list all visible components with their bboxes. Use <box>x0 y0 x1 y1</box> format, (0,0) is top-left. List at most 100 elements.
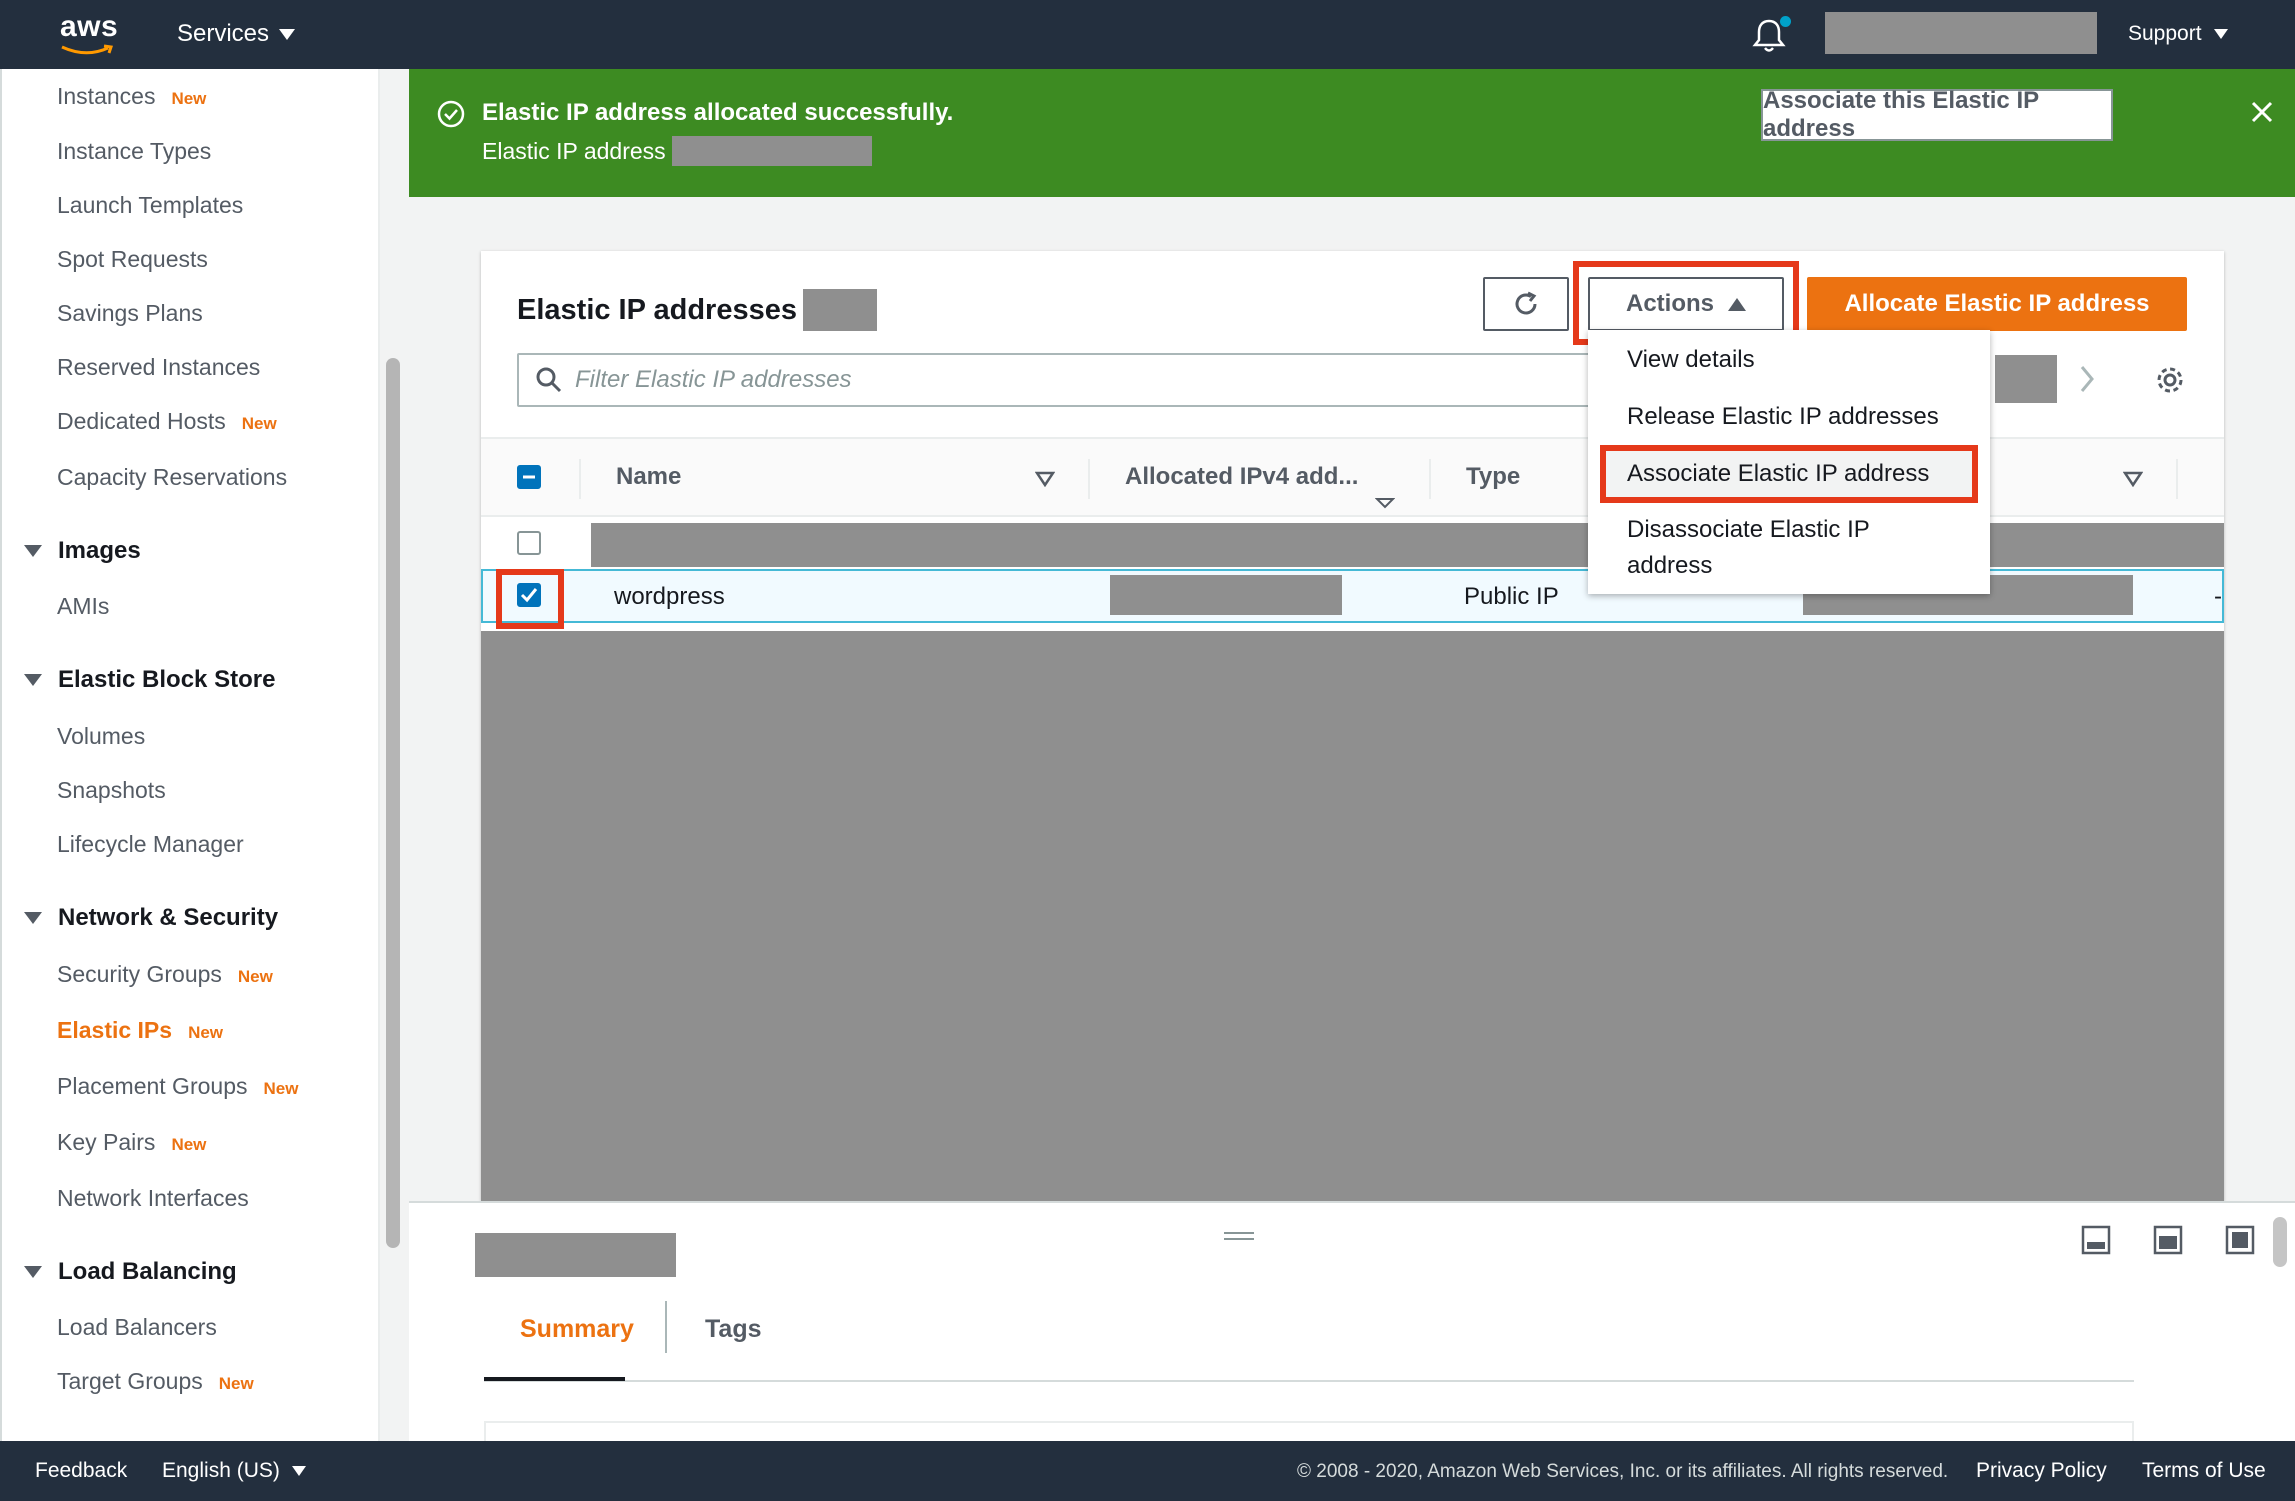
new-badge: New <box>241 414 277 433</box>
sidebar-item-volumes[interactable]: Volumes <box>57 723 145 750</box>
sidebar-section-load-balancing[interactable]: Load Balancing <box>24 1258 237 1286</box>
language-label: English (US) <box>162 1459 280 1482</box>
feedback-link[interactable]: Feedback <box>35 1459 127 1483</box>
sidebar-item-key-pairs[interactable]: Key Pairs New <box>57 1129 206 1156</box>
panel-side-icon[interactable] <box>2153 1225 2183 1255</box>
sidebar-section-images[interactable]: Images <box>24 537 141 565</box>
sidebar-item-label: Dedicated Hosts <box>57 408 226 434</box>
flash-subtitle-text: Elastic IP address <box>482 137 666 164</box>
caret-down-icon <box>279 28 296 40</box>
support-menu[interactable]: Support <box>2128 22 2228 46</box>
section-title: Images <box>58 537 141 564</box>
sidebar-scrollbar[interactable] <box>386 358 400 1248</box>
row-checkbox[interactable] <box>517 531 541 555</box>
caret-down-icon <box>24 1266 42 1278</box>
sidebar-item-security-groups[interactable]: Security Groups New <box>57 961 273 988</box>
sidebar-item-load-balancers[interactable]: Load Balancers <box>57 1314 217 1341</box>
sidebar-item-label: Capacity Reservations <box>57 464 288 490</box>
sidebar-item-amis[interactable]: AMIs <box>57 593 109 620</box>
panel-full-icon[interactable] <box>2225 1225 2255 1255</box>
sidebar-item-network-interfaces[interactable]: Network Interfaces <box>57 1185 249 1212</box>
privacy-policy-link[interactable]: Privacy Policy <box>1976 1459 2107 1483</box>
filter-box <box>517 353 1607 407</box>
sidebar-item-lifecycle-manager[interactable]: Lifecycle Manager <box>57 831 244 858</box>
select-all-checkbox[interactable] <box>517 465 541 489</box>
annotation-highlight-checkbox <box>496 569 564 629</box>
menu-item-associate-eip[interactable]: Associate Elastic IP address <box>1627 456 1929 492</box>
sidebar-section-network-security[interactable]: Network & Security <box>24 904 278 932</box>
split-panel-title-redacted <box>475 1233 676 1277</box>
cell-trailing: - <box>2214 583 2222 610</box>
sidebar-item-launch-templates[interactable]: Launch Templates <box>57 192 243 219</box>
terms-of-use-link[interactable]: Terms of Use <box>2142 1459 2266 1483</box>
tab-tags[interactable]: Tags <box>705 1315 762 1344</box>
sidebar-item-elastic-ips[interactable]: Elastic IPs New <box>57 1017 223 1044</box>
sidebar-item-label: Spot Requests <box>57 246 208 272</box>
sort-down-icon[interactable] <box>2123 471 2143 487</box>
aws-logo[interactable]: aws <box>60 12 120 56</box>
column-header-name[interactable]: Name <box>616 463 681 491</box>
drag-handle-icon[interactable] <box>1224 1231 1254 1241</box>
notification-dot <box>1780 16 1791 27</box>
flash-subtitle: Elastic IP address <box>482 136 872 166</box>
sidebar-item-dedicated-hosts[interactable]: Dedicated Hosts New <box>57 408 277 435</box>
language-selector[interactable]: English (US) <box>162 1459 306 1483</box>
gear-icon[interactable] <box>2153 363 2187 397</box>
menu-item-release-eip[interactable]: Release Elastic IP addresses <box>1627 399 1939 435</box>
logo-text: aws <box>60 10 119 43</box>
sidebar-item-label: Target Groups <box>57 1368 203 1394</box>
column-header-type[interactable]: Type <box>1466 463 1520 491</box>
close-icon[interactable] <box>2247 97 2277 127</box>
caret-down-icon <box>24 545 42 557</box>
sidebar-item-label: Security Groups <box>57 961 222 987</box>
new-badge: New <box>188 1023 224 1042</box>
associate-this-eip-button[interactable]: Associate this Elastic IP address <box>1761 87 2113 142</box>
tab-summary[interactable]: Summary <box>520 1315 634 1344</box>
new-badge: New <box>263 1079 299 1098</box>
sidebar-item-spot-requests[interactable]: Spot Requests <box>57 246 208 273</box>
sort-down-icon[interactable] <box>1035 471 1055 487</box>
account-menu-redacted[interactable] <box>1825 12 2097 54</box>
sidebar-item-instances[interactable]: Instances New <box>57 83 206 110</box>
sidebar-item-target-groups[interactable]: Target Groups New <box>57 1368 254 1395</box>
pagination-redacted <box>1995 355 2057 403</box>
sidebar-item-label: AMIs <box>57 593 110 619</box>
panel-bottom-icon[interactable] <box>2081 1225 2111 1255</box>
sidebar-section-ebs[interactable]: Elastic Block Store <box>24 666 275 694</box>
top-navigation: aws Services Support <box>0 0 2295 69</box>
sort-down-icon[interactable] <box>1375 497 1395 509</box>
menu-item-disassociate-eip-cont[interactable]: address <box>1627 548 1712 584</box>
sidebar-item-capacity-reservations[interactable]: Capacity Reservations <box>57 464 287 491</box>
column-header-allocated-ipv4[interactable]: Allocated IPv4 add... <box>1125 463 1358 491</box>
support-label: Support <box>2128 22 2202 45</box>
sidebar-item-label: Savings Plans <box>57 300 203 326</box>
caret-down-icon <box>2213 29 2228 39</box>
menu-item-disassociate-eip[interactable]: Disassociate Elastic IP <box>1627 512 1870 548</box>
sidebar-item-placement-groups[interactable]: Placement Groups New <box>57 1073 298 1100</box>
sidebar-item-reserved-instances[interactable]: Reserved Instances <box>57 354 260 381</box>
sidebar-item-savings-plans[interactable]: Savings Plans <box>57 300 203 327</box>
services-menu[interactable]: Services <box>177 20 296 48</box>
refresh-button[interactable] <box>1483 277 1569 331</box>
actions-dropdown-menu: View details Release Elastic IP addresse… <box>1588 330 1990 594</box>
sidebar-item-snapshots[interactable]: Snapshots <box>57 777 166 804</box>
sidebar-item-label: Launch Templates <box>57 192 244 218</box>
count-redacted <box>802 289 877 331</box>
active-tab-underline <box>484 1377 625 1381</box>
sidebar-item-instance-types[interactable]: Instance Types <box>57 138 211 165</box>
chevron-right-icon[interactable] <box>2075 361 2099 397</box>
split-panel-scrollbar[interactable] <box>2273 1217 2287 1267</box>
table-empty-area-redacted <box>481 631 2224 1201</box>
refresh-icon <box>1515 291 1537 315</box>
allocate-eip-button[interactable]: Allocate Elastic IP address <box>1807 277 2187 331</box>
footer: Feedback English (US) © 2008 - 2020, Ama… <box>0 1441 2295 1501</box>
sidebar-item-label: Instance Types <box>57 138 212 164</box>
new-badge: New <box>171 1135 207 1154</box>
new-badge: New <box>237 967 273 986</box>
tab-divider <box>665 1301 667 1353</box>
summary-card <box>484 1421 2134 1443</box>
search-icon <box>536 367 562 393</box>
menu-item-view-details[interactable]: View details <box>1627 342 1755 378</box>
sidebar-item-label: Placement Groups <box>57 1073 248 1099</box>
filter-input[interactable] <box>575 366 1475 394</box>
